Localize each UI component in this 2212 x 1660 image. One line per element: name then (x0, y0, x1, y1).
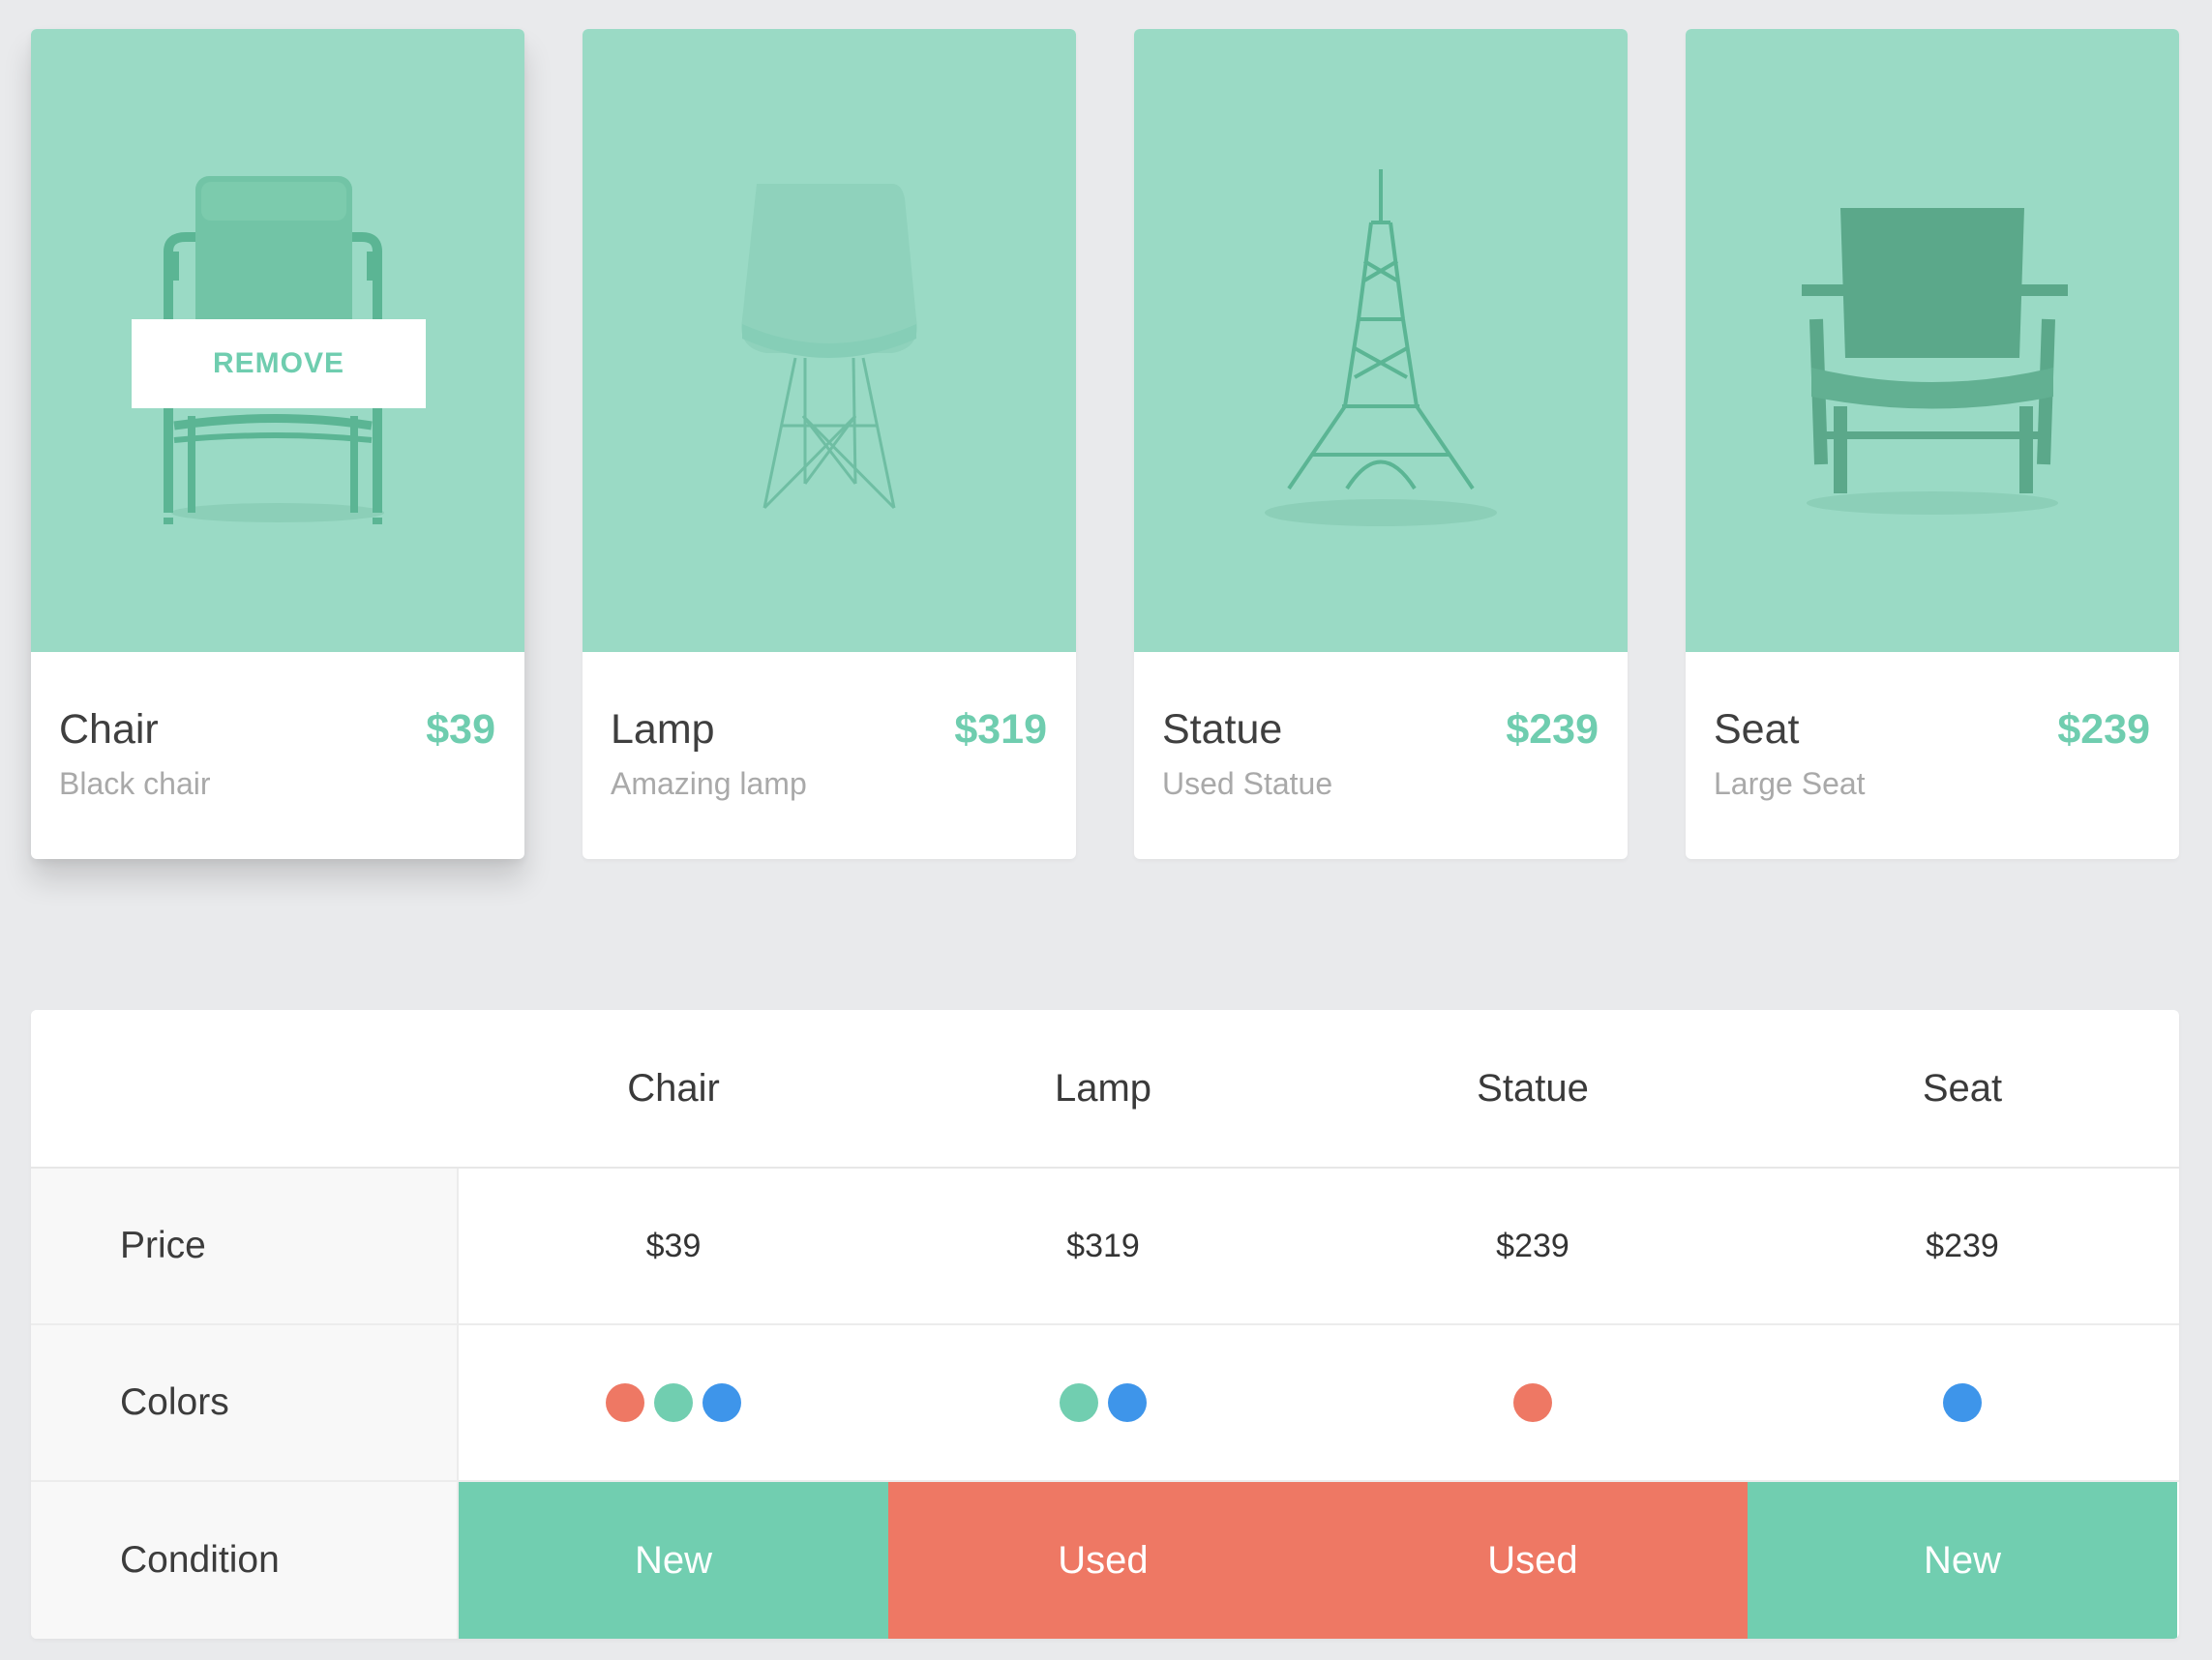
product-image-chair: REMOVE (31, 29, 524, 652)
product-price: $319 (954, 706, 1047, 753)
lounge-chair-icon (1802, 208, 2068, 515)
product-image-seat (1686, 29, 2179, 652)
product-price: $239 (2057, 706, 2150, 753)
color-swatch-blue (1943, 1383, 1982, 1422)
table-row-condition: Condition New Used Used New (31, 1482, 2179, 1639)
column-header: Statue (1477, 1066, 1589, 1110)
product-description: Large Seat (1714, 766, 1866, 801)
product-name: Statue (1162, 706, 1283, 753)
color-swatch-green (1060, 1383, 1098, 1422)
product-description: Black chair (59, 766, 211, 801)
product-image-statue (1134, 29, 1628, 652)
colors-cell (1748, 1325, 2177, 1480)
product-image-lamp (583, 29, 1076, 652)
condition-cell: New (459, 1482, 888, 1639)
price-cell: $239 (1926, 1227, 1999, 1264)
condition-cell: New (1748, 1482, 2177, 1639)
column-header: Chair (627, 1066, 720, 1110)
table-row-price: Price $39 $319 $239 $239 (31, 1169, 2179, 1325)
product-name: Lamp (611, 706, 715, 753)
product-card-statue[interactable]: Statue $239 Used Statue (1134, 29, 1628, 859)
colors-cell (459, 1325, 888, 1480)
price-cell: $239 (1496, 1227, 1569, 1264)
row-label-price: Price (31, 1169, 459, 1323)
condition-cell: Used (888, 1482, 1318, 1639)
product-card-seat[interactable]: Seat $239 Large Seat (1686, 29, 2179, 859)
table-row-colors: Colors (31, 1325, 2179, 1482)
product-description: Amazing lamp (611, 766, 807, 801)
product-name: Seat (1714, 706, 1800, 753)
product-cards: REMOVE Chair $39 Black chair Lamp $319 A… (31, 29, 2181, 859)
color-swatch-green (654, 1383, 693, 1422)
column-header: Seat (1922, 1066, 2003, 1110)
row-label-colors: Colors (31, 1325, 459, 1480)
colors-cell (1318, 1325, 1748, 1480)
color-swatch-red (606, 1383, 644, 1422)
table-header-row: Chair Lamp Statue Seat (31, 1010, 2179, 1169)
product-price: $239 (1506, 706, 1599, 753)
price-cell: $39 (645, 1227, 702, 1264)
product-card-lamp[interactable]: Lamp $319 Amazing lamp (583, 29, 1076, 859)
eames-chair-icon (741, 184, 917, 510)
color-swatch-blue (702, 1383, 741, 1422)
product-card-chair[interactable]: REMOVE Chair $39 Black chair (31, 29, 524, 859)
colors-cell (888, 1325, 1318, 1480)
product-description: Used Statue (1162, 766, 1333, 801)
header-corner (31, 1010, 459, 1167)
condition-cell: Used (1318, 1482, 1748, 1639)
price-cell: $319 (1066, 1227, 1140, 1264)
product-price: $39 (426, 706, 495, 753)
product-name: Chair (59, 706, 159, 753)
remove-button[interactable]: REMOVE (132, 319, 426, 408)
row-label-condition: Condition (31, 1482, 459, 1639)
color-swatch-red (1513, 1383, 1552, 1422)
column-header: Lamp (1054, 1066, 1152, 1110)
eiffel-tower-icon (1265, 169, 1497, 526)
comparison-table: Chair Lamp Statue Seat Price $39 $319 $2… (31, 1010, 2179, 1639)
color-swatch-blue (1108, 1383, 1147, 1422)
